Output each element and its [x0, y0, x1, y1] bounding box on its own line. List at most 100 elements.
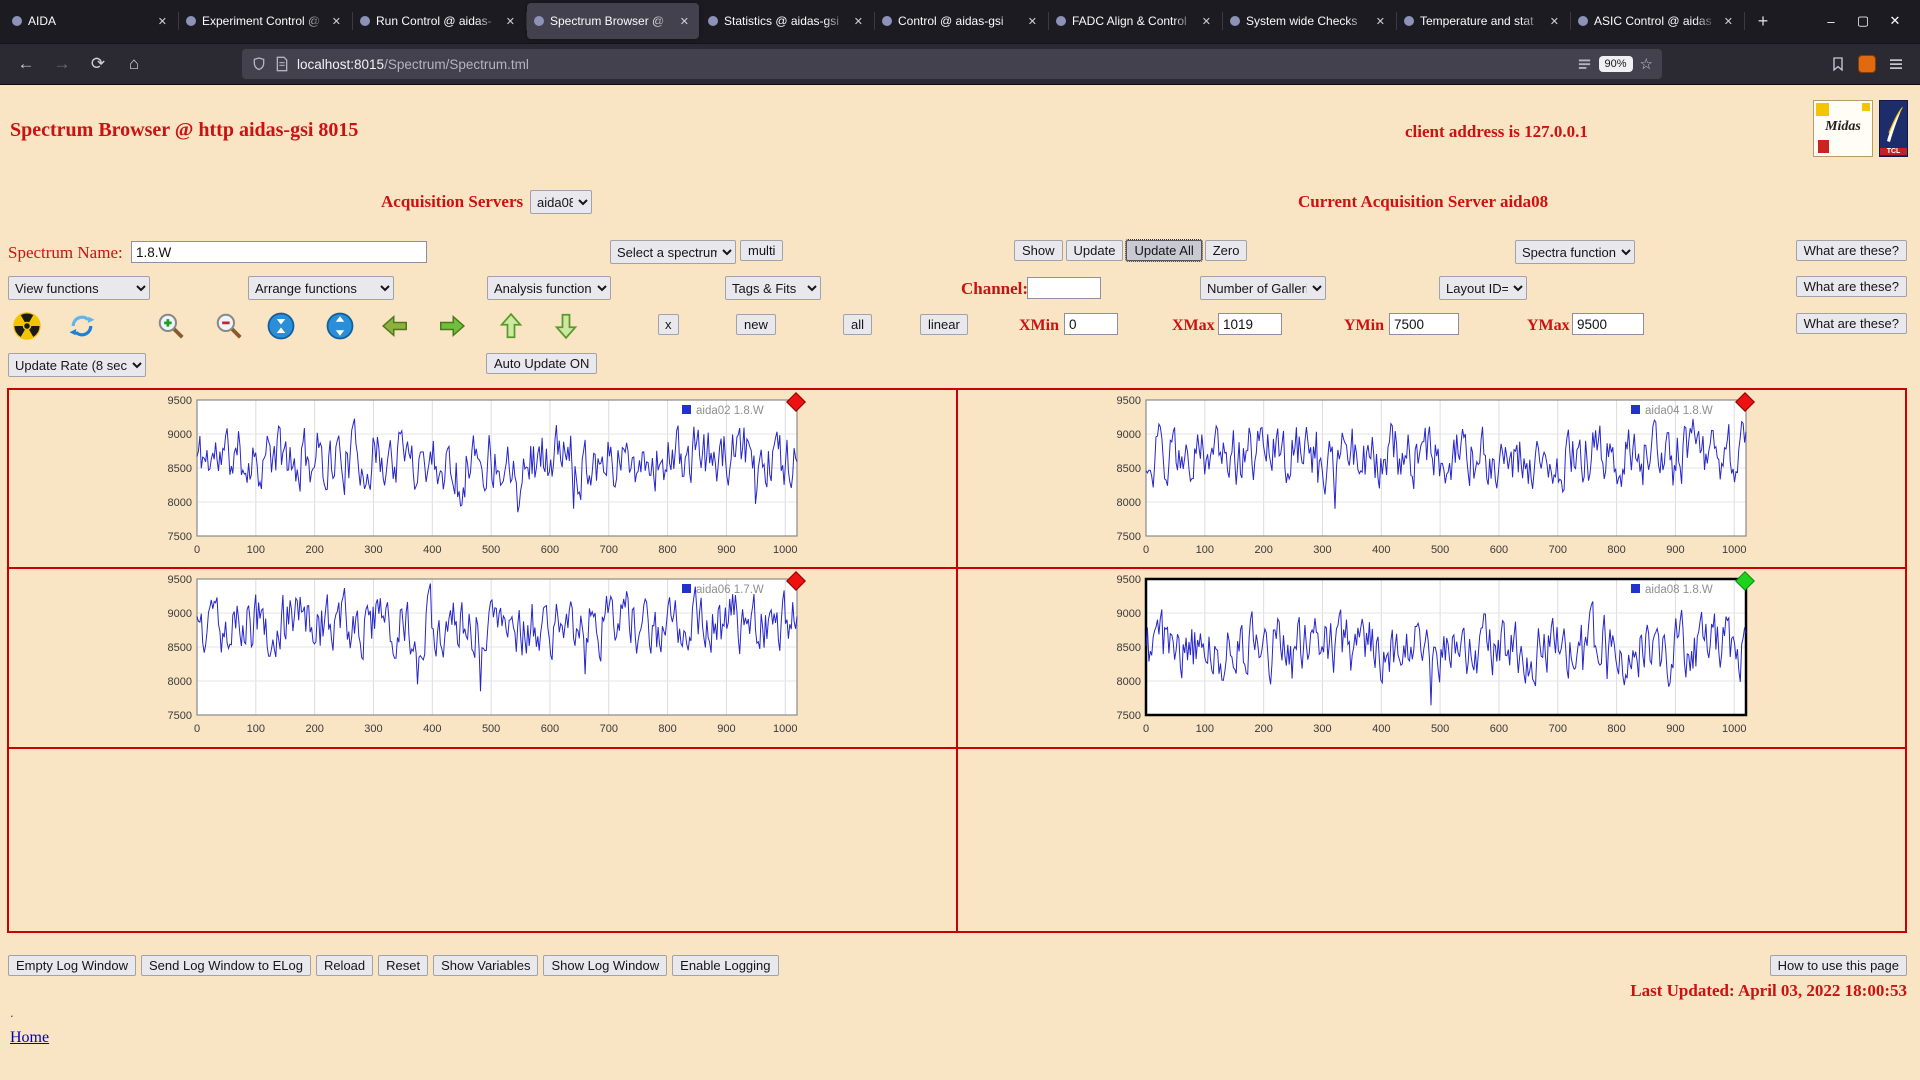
y-zoom-out-icon[interactable]	[325, 311, 355, 341]
back-button[interactable]: ←	[10, 50, 42, 78]
linear-button[interactable]: linear	[920, 314, 968, 335]
zoom-in-icon[interactable]	[156, 311, 186, 341]
tags-fits-dropdown[interactable]: Tags & Fits	[725, 276, 821, 300]
update-button[interactable]: Update	[1066, 240, 1124, 261]
browser-tab[interactable]: AIDA✕	[5, 3, 177, 39]
what-are-these-button-1[interactable]: What are these?	[1796, 240, 1907, 261]
gallery-cell-6[interactable]	[957, 748, 1906, 932]
what-are-these-button-3[interactable]: What are these?	[1796, 313, 1907, 334]
tab-close-icon[interactable]: ✕	[851, 14, 866, 29]
gallery-chart[interactable]: 0100200300400500600700800900100075008000…	[149, 573, 814, 750]
up-arrow-icon[interactable]	[496, 311, 526, 341]
analysis-functions-dropdown[interactable]: Analysis functions	[487, 276, 611, 300]
tab-close-icon[interactable]: ✕	[1199, 14, 1214, 29]
reload-button[interactable]: ⟳	[82, 50, 114, 78]
browser-tab[interactable]: Run Control @ aidas-✕	[353, 3, 525, 39]
spectrum-chart[interactable]: 0100200300400500600700800900100075008000…	[149, 394, 814, 566]
tab-close-icon[interactable]: ✕	[329, 14, 344, 29]
channel-input[interactable]	[1027, 277, 1101, 299]
tab-close-icon[interactable]: ✕	[1721, 14, 1736, 29]
y-zoom-in-icon[interactable]	[266, 311, 296, 341]
forward-button[interactable]: →	[46, 50, 78, 78]
gallery-cell-2[interactable]: 0100200300400500600700800900100075008000…	[957, 389, 1906, 568]
refresh-icon[interactable]	[67, 311, 97, 341]
spectrum-chart[interactable]: 0100200300400500600700800900100075008000…	[1098, 394, 1763, 566]
gallery-chart[interactable]: 0100200300400500600700800900100075008000…	[1098, 573, 1763, 750]
spectrum-chart[interactable]: 0100200300400500600700800900100075008000…	[149, 573, 814, 745]
extension-icon[interactable]	[1858, 55, 1876, 73]
down-arrow-icon[interactable]	[551, 311, 581, 341]
send-log-to-elog-button[interactable]: Send Log Window to ELog	[141, 955, 311, 976]
zero-button[interactable]: Zero	[1205, 240, 1248, 261]
update-rate-dropdown[interactable]: Update Rate (8 secs)	[8, 353, 146, 377]
spectrum-chart[interactable]: 0100200300400500600700800900100075008000…	[1098, 573, 1763, 745]
gallery-cell-3[interactable]: 0100200300400500600700800900100075008000…	[8, 568, 957, 748]
xmax-input[interactable]	[1218, 313, 1282, 335]
home-button[interactable]: ⌂	[118, 50, 150, 78]
radioactive-icon[interactable]	[12, 311, 42, 341]
tab-close-icon[interactable]: ✕	[1547, 14, 1562, 29]
tcl-logo[interactable]: TCL	[1879, 100, 1908, 157]
xmin-input[interactable]	[1064, 313, 1118, 335]
new-button[interactable]: new	[736, 314, 776, 335]
view-functions-dropdown[interactable]: View functions	[8, 276, 150, 300]
browser-tab[interactable]: Spectrum Browser @ ✕	[527, 3, 699, 39]
home-link[interactable]: Home	[10, 1029, 49, 1047]
what-are-these-button-2[interactable]: What are these?	[1796, 276, 1907, 297]
browser-tab[interactable]: Temperature and stat✕	[1397, 3, 1569, 39]
minimize-button[interactable]: –	[1822, 14, 1840, 29]
all-button[interactable]: all	[843, 314, 872, 335]
midas-logo[interactable]: Midas	[1813, 100, 1873, 157]
select-spectrum-dropdown[interactable]: Select a spectrum	[610, 240, 736, 264]
tab-close-icon[interactable]: ✕	[1025, 14, 1040, 29]
reload-page-button[interactable]: Reload	[316, 955, 373, 976]
reset-button[interactable]: Reset	[378, 955, 428, 976]
tab-close-icon[interactable]: ✕	[677, 14, 692, 29]
browser-tab[interactable]: Control @ aidas-gsi✕	[875, 3, 1047, 39]
gallery-chart[interactable]: 0100200300400500600700800900100075008000…	[1098, 394, 1763, 571]
acquisition-server-select[interactable]: aida08	[530, 190, 592, 214]
x-button[interactable]: x	[658, 314, 679, 335]
zoom-level-badge[interactable]: 90%	[1599, 56, 1633, 72]
enable-logging-button[interactable]: Enable Logging	[672, 955, 778, 976]
arrange-functions-dropdown[interactable]: Arrange functions	[248, 276, 394, 300]
tab-close-icon[interactable]: ✕	[1373, 14, 1388, 29]
spectra-functions-dropdown[interactable]: Spectra functions	[1515, 240, 1635, 264]
spectrum-name-input[interactable]	[131, 241, 427, 263]
update-all-button[interactable]: Update All	[1126, 240, 1201, 261]
number-of-galleries-dropdown[interactable]: Number of Galleries	[1200, 276, 1326, 300]
layout-id-dropdown[interactable]: Layout ID=8	[1439, 276, 1527, 300]
maximize-button[interactable]: ▢	[1854, 13, 1872, 29]
browser-tab[interactable]: Experiment Control @ a✕	[179, 3, 351, 39]
multi-button[interactable]: multi	[740, 240, 783, 261]
zoom-out-icon[interactable]	[214, 311, 244, 341]
browser-tab[interactable]: Statistics @ aidas-gsi✕	[701, 3, 873, 39]
show-variables-button[interactable]: Show Variables	[433, 955, 538, 976]
menu-icon[interactable]	[1888, 56, 1904, 72]
ymax-input[interactable]	[1572, 313, 1644, 335]
empty-log-window-button[interactable]: Empty Log Window	[8, 955, 136, 976]
tab-close-icon[interactable]: ✕	[503, 14, 518, 29]
ymin-input[interactable]	[1389, 313, 1459, 335]
prev-arrow-icon[interactable]	[380, 311, 410, 341]
gallery-cell-5[interactable]	[8, 748, 957, 932]
tab-close-icon[interactable]: ✕	[155, 14, 170, 29]
url-bar[interactable]: localhost:8015/Spectrum/Spectrum.tml 90%…	[242, 49, 1662, 79]
show-log-window-button[interactable]: Show Log Window	[543, 955, 667, 976]
browser-tab[interactable]: ASIC Control @ aidas✕	[1571, 3, 1743, 39]
browser-tab[interactable]: System wide Checks✕	[1223, 3, 1395, 39]
gallery-cell-4[interactable]: 0100200300400500600700800900100075008000…	[957, 568, 1906, 748]
how-to-use-button[interactable]: How to use this page	[1770, 955, 1907, 976]
show-button[interactable]: Show	[1014, 240, 1063, 261]
shield-icon[interactable]	[251, 56, 267, 72]
auto-update-button[interactable]: Auto Update ON	[486, 353, 597, 374]
new-tab-button[interactable]: +	[1748, 6, 1778, 36]
close-button[interactable]: ✕	[1886, 13, 1904, 29]
gallery-chart[interactable]: 0100200300400500600700800900100075008000…	[149, 394, 814, 571]
save-page-icon[interactable]	[1830, 56, 1846, 72]
browser-tab[interactable]: FADC Align & Control✕	[1049, 3, 1221, 39]
reader-mode-icon[interactable]	[1577, 57, 1592, 72]
bookmark-star-icon[interactable]: ☆	[1640, 55, 1653, 73]
gallery-cell-1[interactable]: 0100200300400500600700800900100075008000…	[8, 389, 957, 568]
next-arrow-icon[interactable]	[437, 311, 467, 341]
